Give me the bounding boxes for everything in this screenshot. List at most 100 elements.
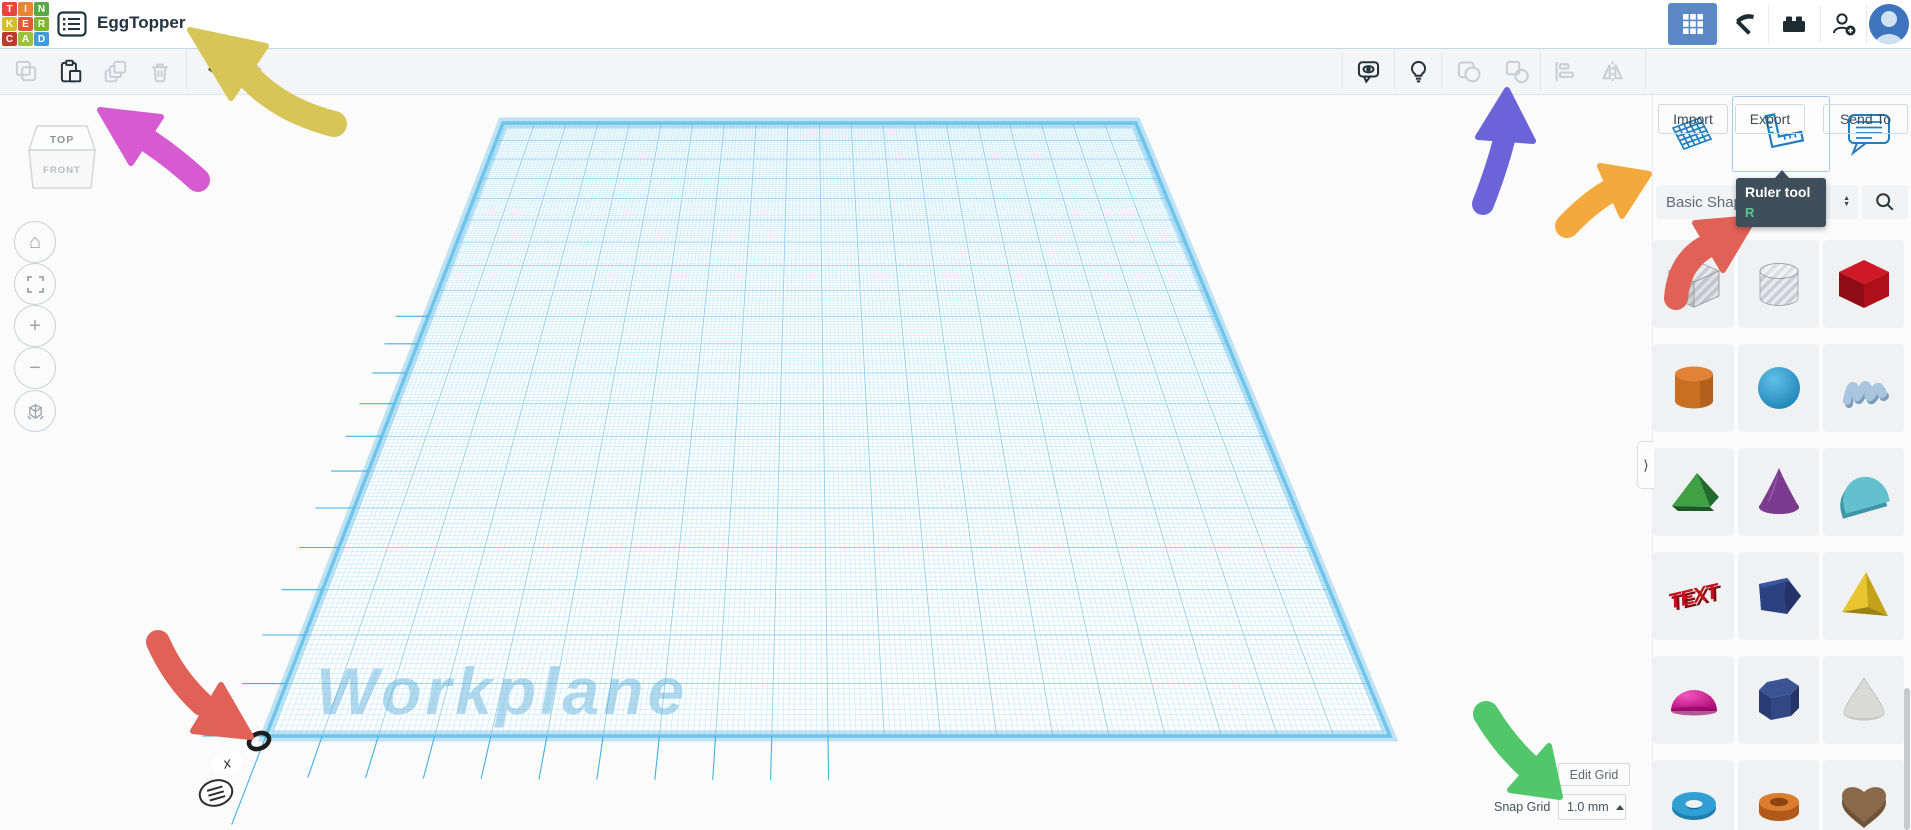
pickaxe-icon [1735,13,1754,35]
shape-heart[interactable] [1823,760,1904,830]
logo-tile: I [18,2,33,16]
shape-polygon[interactable] [1738,656,1819,744]
duplicate-button[interactable] [98,54,134,88]
delete-button[interactable] [142,54,178,88]
invite-button[interactable] [1823,0,1865,47]
import-button[interactable]: Import [1658,104,1728,134]
align-button[interactable] [1546,54,1582,88]
divider [186,52,187,90]
divider [1645,52,1646,90]
shape-wedge[interactable] [1738,552,1819,640]
align-icon [1555,61,1574,81]
brick-button[interactable] [1772,0,1816,47]
search-shapes-button[interactable] [1862,185,1908,219]
comment-button[interactable] [1350,54,1386,88]
snap-grid-label: Snap Grid [1494,800,1551,814]
mirror-button[interactable] [1594,54,1630,88]
half-sphere-icon [1670,690,1717,716]
shape-sphere[interactable] [1738,344,1819,432]
view-cube[interactable]: TOP FRONT [27,116,99,202]
text-icon: TEXTTEXT [1666,579,1725,616]
shape-paraboloid[interactable] [1823,656,1904,744]
design-title: EggTopper [97,13,186,32]
trash-icon [151,63,169,83]
divider [1394,52,1395,90]
tinkercad-logo[interactable]: TIN KER CAD [2,2,49,47]
shape-pyramid[interactable] [1823,552,1904,640]
paraboloid-icon [1843,677,1884,721]
cylinder-icon [1674,366,1713,409]
logo-tile: K [2,17,17,31]
send-to-button[interactable]: Send To [1823,104,1908,134]
panel-collapse-handle[interactable]: ⟩ [1637,441,1654,489]
shape-text[interactable]: TEXT TEXT [1653,552,1734,640]
avatar [1868,3,1909,44]
shape-round-roof[interactable] [1823,448,1904,536]
shape-cone[interactable] [1738,448,1819,536]
chevron-right-icon: ⟩ [1643,456,1649,473]
perspective-cube-icon [26,403,44,420]
group-icon [1457,60,1480,82]
apps-grid-button[interactable] [1668,3,1717,45]
workplane-menu-badge[interactable] [197,776,236,809]
shape-torus[interactable] [1653,760,1734,830]
shape-box[interactable] [1823,240,1904,328]
undo-icon [208,62,226,79]
copy-button[interactable] [8,54,44,88]
export-button[interactable]: Export [1735,104,1805,134]
tooltip-shortcut: R [1745,205,1755,220]
polygon-icon [1758,678,1799,720]
plus-icon: + [29,314,41,337]
panel-scrollbar[interactable] [1904,688,1910,830]
heart-icon [1841,787,1886,828]
tips-button[interactable] [1400,54,1436,88]
shape-tube[interactable] [1738,760,1819,830]
duplicate-icon [104,60,127,83]
divider [1540,52,1541,90]
list-menu-icon [57,11,87,37]
paste-icon [60,59,82,83]
cone-icon [1758,468,1799,514]
edit-grid-button[interactable]: Edit Grid [1558,763,1630,786]
shape-box-hole[interactable] [1653,240,1734,328]
shape-scribble[interactable] [1823,344,1904,432]
logo-tile: N [34,2,49,16]
home-view-button[interactable]: ⌂ [14,221,56,263]
workplane-x-badge[interactable]: x [209,748,246,778]
main-menu-button[interactable] [57,11,87,37]
3d-viewport[interactable]: Workplane x [0,0,1911,830]
fit-view-button[interactable] [14,263,56,305]
ungroup-button[interactable] [1498,54,1534,88]
undo-button[interactable] [196,54,232,88]
perspective-toggle-button[interactable] [14,390,56,432]
minus-icon: − [29,356,41,379]
sphere-icon [1757,367,1800,409]
viewcube-top-label: TOP [50,134,74,146]
tube-icon [1758,793,1799,821]
shape-roof[interactable] [1653,448,1734,536]
zoom-in-button[interactable]: + [14,305,56,347]
shape-half-sphere[interactable] [1653,656,1734,744]
zoom-out-button[interactable]: − [14,347,56,389]
logo-tile: D [34,32,49,46]
paste-button[interactable] [52,54,88,88]
round-roof-icon [1839,476,1890,519]
workplane-watermark: Workplane [316,654,688,728]
shape-cylinder[interactable] [1653,344,1734,432]
edit-toolbar: Import Export Send To [0,48,1911,134]
scribble-icon [1842,381,1889,408]
header: TIN KER CAD EggTopper [0,0,1911,49]
logo-tile: E [18,17,33,31]
box-hole-icon [1667,259,1720,308]
shape-cylinder-hole[interactable] [1738,240,1819,328]
comment-eye-icon [1357,60,1379,84]
account-button[interactable] [1866,0,1911,47]
ungroup-icon [1505,60,1529,83]
divider [1342,52,1343,90]
minecraft-button[interactable] [1722,0,1766,47]
box-icon [1838,260,1889,308]
redo-button[interactable] [238,54,274,88]
snap-grid-dropdown[interactable]: 1.0 mm [1558,794,1626,820]
divider [1441,52,1442,90]
group-button[interactable] [1450,54,1486,88]
